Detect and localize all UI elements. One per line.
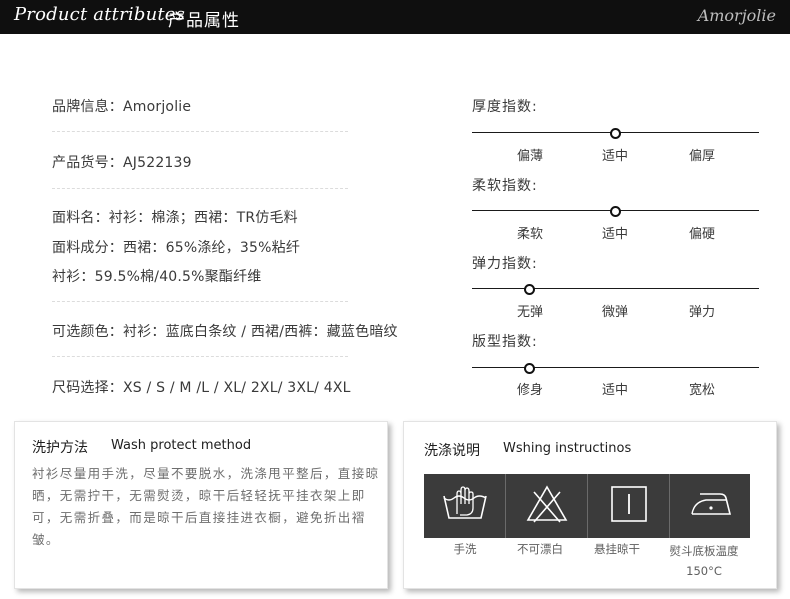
wash-label-hand-wash: 手洗 bbox=[453, 542, 477, 556]
product-attributes-page: Product attributes 产品属性 Amorjolie 品牌信息：A… bbox=[0, 0, 790, 599]
index-label: 无弹 bbox=[516, 305, 544, 320]
index-scale-elasticity bbox=[472, 288, 759, 289]
divider bbox=[52, 188, 348, 189]
care-title-en: Wash protect method bbox=[111, 438, 252, 453]
index-label: 适中 bbox=[601, 227, 629, 242]
index-label: 偏硬 bbox=[688, 227, 716, 242]
wash-cell-no-bleach bbox=[506, 474, 587, 538]
attr-fabric-name: 面料名：衬衫：棉涤；西裙：TR仿毛料 bbox=[52, 210, 298, 226]
care-title-cn: 洗护方法 bbox=[32, 440, 88, 456]
wash-symbols-panel bbox=[424, 474, 750, 538]
index-label: 偏薄 bbox=[516, 149, 544, 164]
index-label: 适中 bbox=[601, 149, 629, 164]
attr-brand: 品牌信息：Amorjolie bbox=[52, 99, 192, 115]
divider bbox=[52, 131, 348, 132]
washing-title-cn: 洗涤说明 bbox=[424, 443, 480, 459]
index-label: 弹力 bbox=[688, 305, 716, 320]
attr-fabric-composition: 面料成分：西裙：65%涤纶，35%粘纤 bbox=[52, 240, 301, 256]
wash-cell-hang-dry bbox=[588, 474, 669, 538]
header-bar: Product attributes 产品属性 Amorjolie bbox=[0, 0, 790, 34]
attr-shirt-composition: 衬衫：59.5%棉/40.5%聚酯纤维 bbox=[52, 269, 262, 285]
header-title-cn: 产品属性 bbox=[168, 11, 240, 31]
wash-cell-iron bbox=[670, 474, 751, 538]
wash-cell-hand-wash bbox=[424, 474, 505, 538]
index-scale-fit bbox=[472, 367, 759, 368]
hang-dry-icon bbox=[609, 484, 649, 528]
index-label: 宽松 bbox=[688, 383, 716, 398]
index-label: 适中 bbox=[601, 383, 629, 398]
wash-label-iron: 熨斗底板温度150°C bbox=[669, 544, 739, 578]
index-label: 偏厚 bbox=[688, 149, 716, 164]
hand-wash-icon bbox=[439, 484, 491, 528]
index-marker-softness bbox=[610, 206, 621, 217]
care-instructions-text: 衬衫尽量用手洗，尽量不要脱水，洗涤甩平整后，直接晾晒，无需拧干，无需熨烫，晾干后… bbox=[32, 466, 380, 547]
washing-title-en: Wshing instructinos bbox=[503, 441, 632, 456]
index-label: 微弹 bbox=[601, 305, 629, 320]
header-title-en: Product attributes bbox=[14, 4, 186, 25]
attr-item-no: 产品货号：AJ522139 bbox=[52, 155, 192, 171]
divider bbox=[52, 301, 348, 302]
index-label: 柔软 bbox=[516, 227, 544, 242]
no-bleach-icon bbox=[525, 484, 569, 528]
iron-icon bbox=[686, 486, 736, 526]
index-label: 修身 bbox=[516, 383, 544, 398]
index-marker-fit bbox=[523, 363, 535, 374]
index-title-thickness: 厚度指数: bbox=[472, 99, 538, 115]
brand-logo-text: Amorjolie bbox=[697, 6, 776, 25]
index-marker-elasticity bbox=[523, 284, 535, 295]
attr-sizes: 尺码选择：XS / S / M /L / XL/ 2XL/ 3XL/ 4XL bbox=[52, 380, 351, 396]
divider bbox=[52, 356, 348, 357]
index-title-elasticity: 弹力指数: bbox=[472, 256, 538, 272]
attr-colors: 可选颜色：衬衫：蓝底白条纹 / 西裙/西裤：藏蓝色暗纹 bbox=[52, 324, 398, 340]
wash-label-no-bleach: 不可漂白 bbox=[517, 542, 563, 556]
index-title-softness: 柔软指数: bbox=[472, 178, 538, 194]
wash-label-hang-dry: 悬挂晾干 bbox=[594, 542, 640, 556]
index-title-fit: 版型指数: bbox=[472, 334, 538, 350]
index-marker-thickness bbox=[610, 128, 621, 139]
